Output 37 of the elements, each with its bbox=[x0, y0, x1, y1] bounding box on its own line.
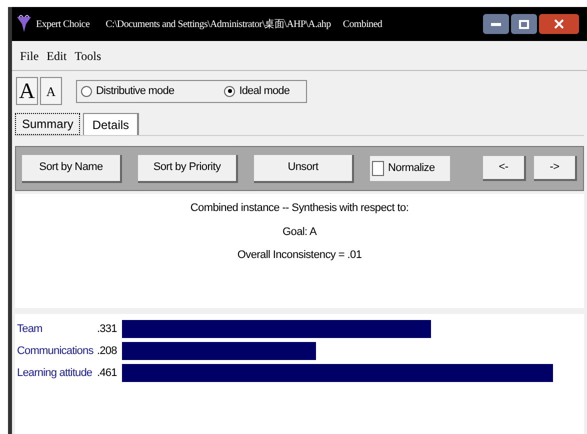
radio-button[interactable] bbox=[81, 86, 92, 96]
result-name: Communications bbox=[17, 344, 94, 357]
tab[interactable]: Details bbox=[83, 113, 140, 135]
radio-button[interactable] bbox=[224, 86, 236, 96]
menu-item[interactable]: Edit bbox=[46, 46, 67, 64]
radio-label: Ideal mode bbox=[239, 84, 290, 99]
toolbar-button[interactable]: Sort by Name bbox=[22, 154, 122, 182]
window-title: Expert Choice bbox=[36, 18, 90, 32]
synthesis-text: Goal: A bbox=[282, 224, 316, 240]
menu-item[interactable]: File bbox=[20, 46, 39, 64]
funnel-icon bbox=[16, 15, 32, 33]
nav-button[interactable]: -> bbox=[534, 156, 577, 181]
nav-button[interactable]: <- bbox=[483, 156, 526, 181]
maximize-button[interactable] bbox=[511, 14, 537, 34]
font-decrease-button[interactable]: A bbox=[40, 77, 62, 105]
toolbar-button[interactable]: Unsort bbox=[254, 154, 354, 182]
result-value: .461 bbox=[97, 366, 117, 379]
menu-item[interactable]: Tools bbox=[74, 46, 102, 64]
checkbox[interactable] bbox=[372, 161, 384, 176]
synthesis-text: Overall Inconsistency = .01 bbox=[237, 248, 362, 263]
close-button[interactable] bbox=[539, 14, 579, 34]
maximize-icon bbox=[519, 20, 529, 28]
mode-label: Combined bbox=[342, 18, 382, 32]
minimize-button[interactable] bbox=[483, 14, 509, 34]
synthesis-text: Combined instance -- Synthesis with respect to: bbox=[190, 201, 409, 216]
result-name: Learning attitude bbox=[17, 366, 92, 379]
file-path: C:\Documents and Settings\Administrator\桌面\AHP\A.ahp bbox=[106, 18, 331, 32]
minimize-icon bbox=[491, 22, 501, 26]
result-value: .331 bbox=[97, 322, 117, 335]
radio-label: Distributive mode bbox=[96, 84, 174, 99]
toolbar-button[interactable]: Sort by Priority bbox=[138, 154, 238, 182]
result-value: .208 bbox=[97, 344, 117, 357]
result-name: Team bbox=[17, 322, 42, 335]
close-icon bbox=[554, 19, 564, 29]
font-increase-button[interactable]: A bbox=[16, 77, 38, 105]
tab[interactable]: Summary bbox=[15, 113, 80, 135]
checkbox-label: Normalize bbox=[388, 161, 435, 176]
